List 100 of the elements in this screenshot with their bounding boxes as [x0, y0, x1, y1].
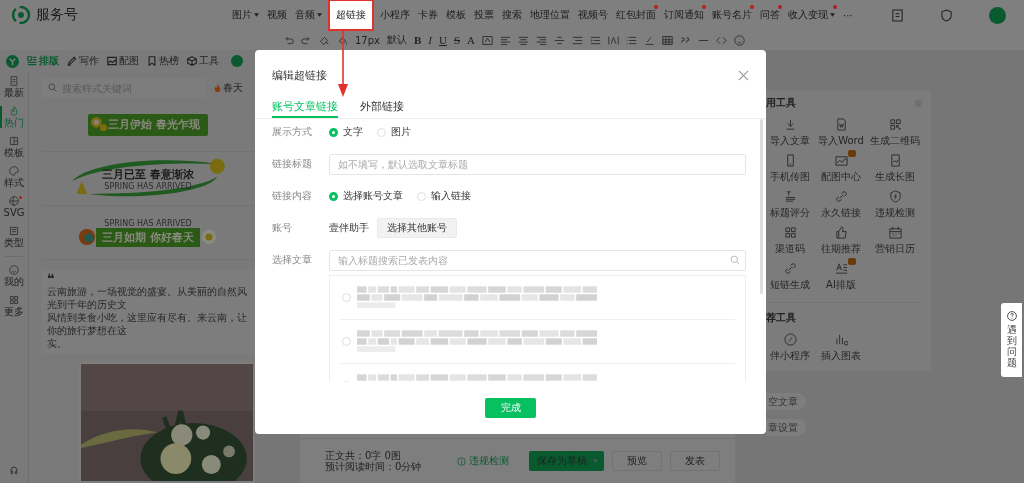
- template-banner[interactable]: 三月已至 春意渐浓 SPRING HAS ARRIVED: [68, 156, 228, 201]
- tool-item[interactable]: 永久链接: [814, 190, 868, 220]
- indent-icon[interactable]: [590, 34, 602, 46]
- line-height-icon[interactable]: [572, 34, 584, 46]
- menu-item[interactable]: 投票: [472, 5, 496, 25]
- radio-button[interactable]: [342, 336, 351, 346]
- sidebar-item[interactable]: SVG: [3, 196, 25, 218]
- tool-item[interactable]: AI排版: [814, 262, 868, 292]
- brush-icon[interactable]: [319, 34, 330, 46]
- choose-account-button[interactable]: 选择其他账号: [377, 218, 457, 239]
- menu-item[interactable]: 收入变现: [786, 5, 837, 25]
- preview-button[interactable]: 预览: [612, 451, 662, 471]
- tool-item[interactable]: 标题评分: [766, 190, 814, 220]
- panel-tab[interactable]: 配图: [107, 54, 139, 68]
- quote-icon[interactable]: [680, 34, 692, 46]
- sidebar-item[interactable]: 样式: [4, 166, 24, 188]
- tool-item[interactable]: 插入图表: [814, 333, 868, 363]
- sidebar-item[interactable]: 类型: [4, 226, 24, 248]
- panel-tab[interactable]: 工具: [187, 54, 219, 68]
- tool-item[interactable]: 生成二维码: [868, 118, 922, 148]
- template-banner[interactable]: 三月伊始 春光乍现: [88, 113, 208, 136]
- sidebar-item[interactable]: 最新: [4, 76, 24, 98]
- avatar[interactable]: [989, 6, 1006, 24]
- letter-spacing-icon[interactable]: [608, 34, 620, 46]
- menu-item[interactable]: 订阅通知: [662, 5, 706, 25]
- emoji-icon[interactable]: [734, 34, 746, 46]
- code-icon[interactable]: [716, 34, 728, 46]
- menu-item[interactable]: 卡券: [416, 5, 440, 25]
- format-button[interactable]: A: [467, 34, 476, 46]
- font-size-dropdown[interactable]: 17px: [355, 34, 380, 46]
- search-icon: [48, 83, 57, 92]
- format-button[interactable]: U: [439, 34, 447, 46]
- close-icon[interactable]: [738, 70, 749, 81]
- menu-item[interactable]: 模板: [444, 5, 468, 25]
- search-field[interactable]: 输入标题搜索已发表内容: [329, 249, 746, 271]
- menu-item[interactable]: 图片: [230, 5, 261, 25]
- document-icon[interactable]: [891, 8, 904, 22]
- menu-item[interactable]: 视频: [265, 5, 289, 25]
- tool-item[interactable]: 生成长图: [868, 154, 922, 184]
- side-action-button[interactable]: 空文章: [766, 393, 806, 410]
- menu-item[interactable]: 超链接: [328, 0, 374, 31]
- side-action-button[interactable]: 章设置: [766, 419, 806, 436]
- menu-item[interactable]: 小程序: [378, 5, 412, 25]
- tool-item[interactable]: 短链生成: [766, 262, 814, 292]
- input-field[interactable]: 如不填写，默认选取文章标题: [329, 153, 746, 175]
- menu-item[interactable]: 红包封面: [614, 5, 658, 25]
- toggle-dot[interactable]: [231, 55, 243, 67]
- radio-option[interactable]: 输入链接: [417, 189, 471, 204]
- more-button[interactable]: ···: [841, 6, 855, 24]
- done-button[interactable]: 完成: [485, 398, 536, 418]
- list-icon[interactable]: [626, 34, 638, 46]
- shield-icon[interactable]: [940, 8, 953, 22]
- tool-item[interactable]: 导入Word: [814, 118, 868, 148]
- radio-option[interactable]: 图片: [377, 125, 411, 139]
- tool-item[interactable]: 手机传图: [766, 154, 814, 184]
- align-center-icon[interactable]: [518, 34, 530, 46]
- dialog-tab[interactable]: 外部链接: [360, 99, 404, 118]
- hot-tag[interactable]: 春天: [214, 81, 243, 95]
- headset-icon[interactable]: [9, 465, 19, 475]
- menu-item[interactable]: 问答: [758, 5, 782, 25]
- sidebar-item[interactable]: 热门: [4, 106, 24, 128]
- tool-item[interactable]: 渠道码: [766, 226, 814, 256]
- format-button[interactable]: B: [414, 34, 422, 46]
- format-button[interactable]: I: [428, 34, 432, 46]
- undo-icon[interactable]: [283, 34, 294, 46]
- template-banner[interactable]: SPRING HAS ARRIVED 三月如期 你好春天: [78, 218, 218, 247]
- radio-button[interactable]: [342, 292, 351, 302]
- compliance-check-link[interactable]: 违规检测: [457, 454, 509, 468]
- format-button[interactable]: S: [453, 34, 461, 46]
- menu-item[interactable]: 搜索: [500, 5, 524, 25]
- tool-item[interactable]: 往期推荐: [814, 226, 868, 256]
- sidebar-item[interactable]: 我的: [4, 265, 24, 287]
- spacing-icon[interactable]: [554, 34, 566, 46]
- highlight-icon[interactable]: [482, 34, 494, 46]
- help-tab[interactable]: 遇到问题: [1001, 303, 1022, 377]
- menu-item[interactable]: 地理位置: [528, 5, 572, 25]
- menu-item[interactable]: 音频: [293, 5, 324, 25]
- tool-item[interactable]: 营销日历: [868, 226, 922, 256]
- panel-tab[interactable]: 排版: [27, 54, 59, 68]
- align-right-icon[interactable]: [536, 34, 548, 46]
- tool-item[interactable]: 伴小程序: [766, 333, 814, 363]
- tool-item[interactable]: 配图中心: [814, 154, 868, 184]
- tool-item[interactable]: 导入文章: [766, 118, 814, 148]
- menu-item[interactable]: 视频号: [576, 5, 610, 25]
- align-left-icon[interactable]: [500, 34, 512, 46]
- tool-item[interactable]: 违规检测: [868, 190, 922, 220]
- radio-option[interactable]: 文字: [329, 125, 363, 139]
- radio-option[interactable]: 选择账号文章: [329, 189, 403, 204]
- dialog-tab[interactable]: 账号文章链接: [272, 99, 338, 118]
- menu-item[interactable]: 账号名片: [710, 5, 754, 25]
- table-icon[interactable]: [662, 34, 674, 46]
- sidebar-item[interactable]: 更多: [4, 295, 24, 317]
- redo-icon[interactable]: [301, 34, 312, 46]
- settings-icon[interactable]: [914, 98, 923, 108]
- sidebar-item[interactable]: 模板: [4, 136, 24, 158]
- publish-button[interactable]: 发表: [670, 451, 720, 471]
- panel-tab[interactable]: 热榜: [147, 54, 179, 68]
- font-family-dropdown[interactable]: 默认: [387, 33, 407, 47]
- clear-format-icon[interactable]: [644, 34, 656, 46]
- panel-tab[interactable]: 写作: [67, 54, 99, 68]
